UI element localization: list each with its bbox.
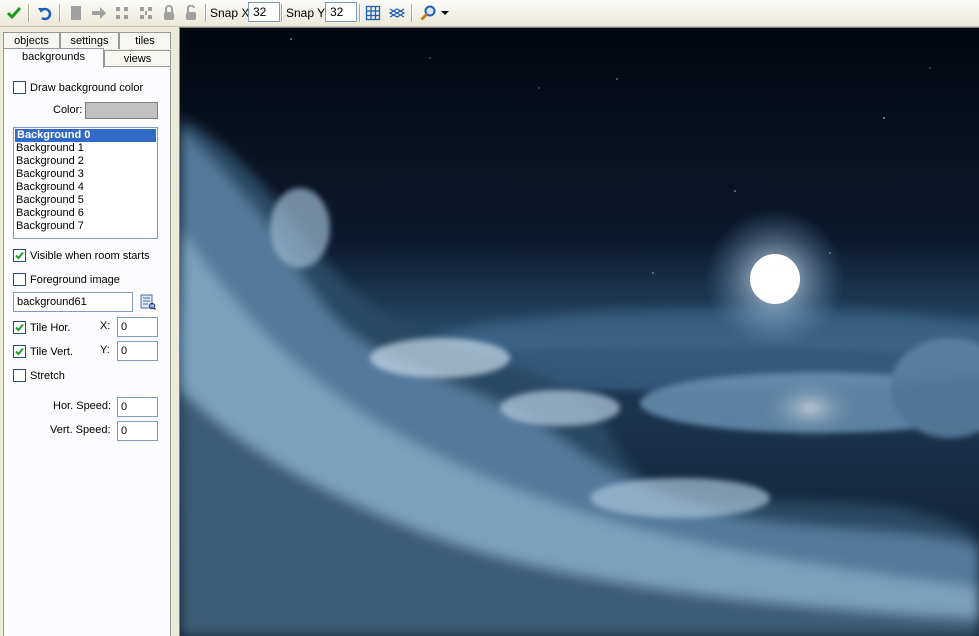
chevron-down-icon[interactable] (439, 3, 451, 23)
hor-speed-label: Hor. Speed: (53, 400, 112, 412)
stretch-label: Stretch (30, 369, 65, 382)
snap-y-label: Snap Y: (286, 6, 328, 20)
toolbar-separator (411, 4, 413, 22)
background-listbox[interactable]: Background 0 Background 1 Background 2 Back… (13, 127, 158, 239)
unlock-icon[interactable] (181, 3, 201, 23)
toolbar-separator (205, 4, 207, 22)
move-objects-icon[interactable] (112, 3, 132, 23)
background-list-item[interactable]: Background 0 (15, 129, 156, 142)
night-sky-background-image (180, 28, 979, 636)
hor-speed-field[interactable]: 0 (117, 397, 158, 417)
snap-x-input[interactable]: 32 (248, 2, 280, 22)
x-label: X: (100, 320, 111, 332)
checkbox-box (13, 81, 26, 94)
background-color-swatch[interactable] (85, 102, 158, 119)
tile-vert-label: Tile Vert. (30, 345, 73, 358)
clear-room-icon[interactable] (66, 3, 86, 23)
room-properties-panel: objects settings tiles backgrounds views… (0, 27, 179, 636)
tab-settings[interactable]: settings (60, 32, 119, 49)
tab-objects[interactable]: objects (3, 32, 60, 49)
y-offset-field[interactable]: 0 (117, 341, 158, 361)
background-list-item[interactable]: Background 4 (14, 181, 157, 194)
background-list-item[interactable]: Background 5 (14, 194, 157, 207)
select-background-icon[interactable] (140, 294, 157, 313)
background-list-item[interactable]: Background 7 (14, 220, 157, 233)
toolbar: Snap X: 32 Snap Y: 32 (0, 0, 979, 27)
checkbox-checked (13, 249, 26, 262)
visible-when-room-starts-label: Visible when room starts (30, 249, 150, 262)
y-label: Y: (100, 344, 110, 356)
move-vertical-icon[interactable] (136, 3, 156, 23)
grid-icon[interactable] (363, 3, 383, 23)
vert-speed-field[interactable]: 0 (117, 421, 158, 441)
background-list-item[interactable]: Background 3 (14, 168, 157, 181)
room-canvas[interactable] (179, 27, 979, 636)
toolbar-separator (28, 4, 30, 22)
tile-hor-label: Tile Hor. (30, 321, 71, 334)
tab-tiles[interactable]: tiles (119, 32, 171, 49)
tab-backgrounds[interactable]: backgrounds (3, 48, 104, 68)
snap-x-label: Snap X: (210, 6, 253, 20)
visible-when-room-starts-checkbox[interactable]: Visible when room starts (13, 249, 150, 262)
draw-background-color-label: Draw background color (30, 81, 144, 94)
background-list-item[interactable]: Background 6 (14, 207, 157, 220)
toolbar-separator (281, 4, 283, 22)
undo-icon[interactable] (35, 3, 55, 23)
tile-hor-checkbox[interactable]: Tile Hor. (13, 321, 71, 334)
checkbox-checked (13, 321, 26, 334)
vert-speed-label: Vert. Speed: (50, 424, 111, 436)
background-list-item[interactable]: Background 1 (14, 142, 157, 155)
foreground-image-label: Foreground image (30, 273, 120, 286)
background-list-item[interactable]: Background 2 (14, 155, 157, 168)
check-icon[interactable] (4, 3, 24, 23)
stretch-checkbox[interactable]: Stretch (13, 369, 65, 382)
zoom-icon[interactable] (418, 3, 438, 23)
checkbox-box (13, 273, 26, 286)
tile-vert-checkbox[interactable]: Tile Vert. (13, 345, 73, 358)
foreground-image-checkbox[interactable]: Foreground image (13, 273, 120, 286)
lock-icon[interactable] (159, 3, 179, 23)
toolbar-separator (59, 4, 61, 22)
checkbox-box (13, 369, 26, 382)
tab-views[interactable]: views (104, 50, 171, 67)
x-offset-field[interactable]: 0 (117, 317, 158, 337)
background-name-field[interactable]: background61 (13, 292, 133, 312)
color-label: Color: (53, 104, 83, 116)
toolbar-separator (359, 4, 361, 22)
checkbox-checked (13, 345, 26, 358)
isometric-grid-icon[interactable] (387, 3, 407, 23)
snap-y-input[interactable]: 32 (325, 2, 357, 22)
draw-background-color-checkbox[interactable]: Draw background color (13, 81, 143, 94)
shift-right-icon[interactable] (89, 3, 109, 23)
